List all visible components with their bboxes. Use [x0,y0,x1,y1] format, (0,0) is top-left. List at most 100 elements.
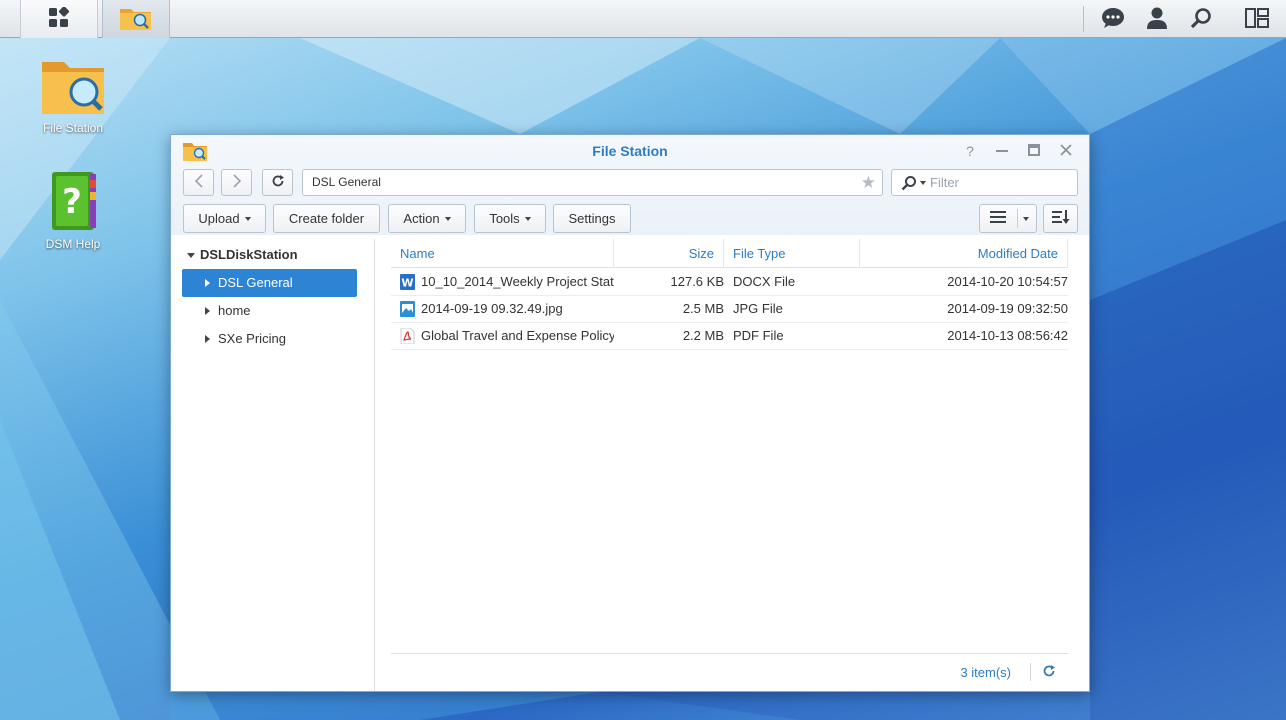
main-menu-button[interactable] [20,0,98,38]
chevron-right-icon [232,174,242,191]
path-text: DSL General [312,175,381,189]
file-size: 2.2 MB [682,328,724,343]
search-icon [901,175,917,194]
column-type[interactable]: File Type [724,239,860,268]
column-name[interactable]: Name [391,239,614,268]
chat-button[interactable] [1091,0,1135,38]
window-title: File Station [592,143,668,159]
back-button[interactable] [183,169,214,196]
desktop-icon-label: DSM Help [45,237,101,251]
file-size: 2.5 MB [682,301,724,316]
user-button[interactable] [1135,0,1179,38]
file-name: 10_10_2014_Weekly Project Status [421,274,614,289]
chat-icon [1101,7,1125,32]
search-icon [1190,7,1212,32]
folder-tree: DSLDiskStation DSL General home SXe Pric… [171,239,375,691]
maximize-icon [1028,143,1040,159]
file-modified: 2014-10-20 10:54:57 [947,274,1068,289]
refresh-button[interactable] [262,169,293,196]
search-button[interactable] [1179,0,1223,38]
column-modified[interactable]: Modified Date [860,239,1068,268]
expand-icon [187,253,195,259]
list-header: Name Size File Type Modified Date [391,239,1068,268]
chevron-left-icon [194,174,204,191]
grid-icon [48,5,70,32]
close-button[interactable] [1054,141,1078,161]
tree-item-sxe-pricing[interactable]: SXe Pricing [182,325,357,353]
column-name-label: Name [400,246,435,261]
column-size[interactable]: Size [614,239,724,268]
tree-item-label: DSL General [218,275,293,290]
filter-input[interactable] [930,173,1070,192]
action-label: Action [403,211,440,226]
table-row[interactable]: Global Travel and Expense Policy 2.2 MB … [391,323,1068,350]
settings-button[interactable]: Settings [553,204,631,233]
help-button[interactable]: ? [958,141,982,161]
item-count: 3 item(s) [960,665,1011,680]
file-name: Global Travel and Expense Policy [421,328,614,343]
forward-button[interactable] [221,169,252,196]
widgets-icon [1245,7,1269,31]
refresh-icon [271,174,285,191]
desktop-icon-label: File Station [42,121,104,135]
word-doc-icon: W [400,274,415,290]
create-folder-label: Create folder [288,211,365,226]
tools-button[interactable]: Tools [474,204,546,233]
upload-label: Upload [198,211,240,226]
file-name: 2014-09-19 09.32.49.jpg [421,301,563,316]
tree-item-dsl-general[interactable]: DSL General [182,269,357,297]
file-station-icon [119,5,153,34]
path-bar[interactable]: DSL General ★ [302,169,883,196]
file-type: JPG File [733,301,783,316]
tree-item-home[interactable]: home [182,297,357,325]
action-button[interactable]: Action [388,204,466,233]
file-list: Name Size File Type Modified Date W 10_1… [391,239,1068,691]
tree-root[interactable]: DSLDiskStation [187,247,298,262]
help-book-icon: ? [44,172,102,235]
upload-button[interactable]: Upload [183,204,266,233]
chevron-down-icon [920,181,926,185]
file-station-window: File Station ? DSL General ★ Filter Uplo… [170,134,1090,692]
collapse-arrow-icon [205,307,210,315]
file-modified: 2014-09-19 09:32:50 [947,301,1068,316]
taskbar-file-station-button[interactable] [102,0,170,38]
file-type: PDF File [733,328,784,343]
list-view-icon [990,211,1006,226]
file-modified: 2014-10-13 08:56:42 [947,328,1068,343]
collapse-arrow-icon [205,279,210,287]
filter-field[interactable] [891,169,1078,196]
chevron-down-icon [444,216,451,221]
tree-item-label: SXe Pricing [218,331,286,346]
chevron-down-icon [1023,217,1029,221]
file-station-icon [40,62,106,119]
table-row[interactable]: W 10_10_2014_Weekly Project Status 127.6… [391,269,1068,296]
taskbar-divider [1083,6,1084,32]
chevron-down-icon [244,216,251,221]
footer-divider [1030,663,1031,681]
table-row[interactable]: 2014-09-19 09.32.49.jpg 2.5 MB JPG File … [391,296,1068,323]
tools-label: Tools [489,211,520,226]
column-modified-label: Modified Date [977,246,1058,261]
list-footer: 3 item(s) [391,653,1068,689]
star-icon[interactable]: ★ [861,170,876,195]
maximize-button[interactable] [1022,141,1046,161]
refresh-icon[interactable] [1042,664,1056,681]
view-mode-button[interactable] [979,204,1037,233]
settings-label: Settings [568,211,616,226]
file-type: DOCX File [733,274,796,289]
create-folder-button[interactable]: Create folder [273,204,380,233]
help-icon: ? [966,143,974,159]
image-file-icon [400,301,415,317]
pdf-file-icon [400,327,415,345]
widgets-button[interactable] [1235,0,1279,38]
view-divider [1017,209,1018,228]
collapse-arrow-icon [205,335,210,343]
sort-button[interactable] [1043,204,1078,233]
svg-text:?: ? [62,182,82,222]
desktop-icon-file-station[interactable]: File Station [28,56,118,135]
minimize-button[interactable] [990,141,1014,161]
desktop-icon-dsm-help[interactable]: ? DSM Help [28,170,118,251]
tree-root-label: DSLDiskStation [200,247,298,262]
close-icon [1060,143,1072,159]
column-size-label: Size [688,246,714,261]
